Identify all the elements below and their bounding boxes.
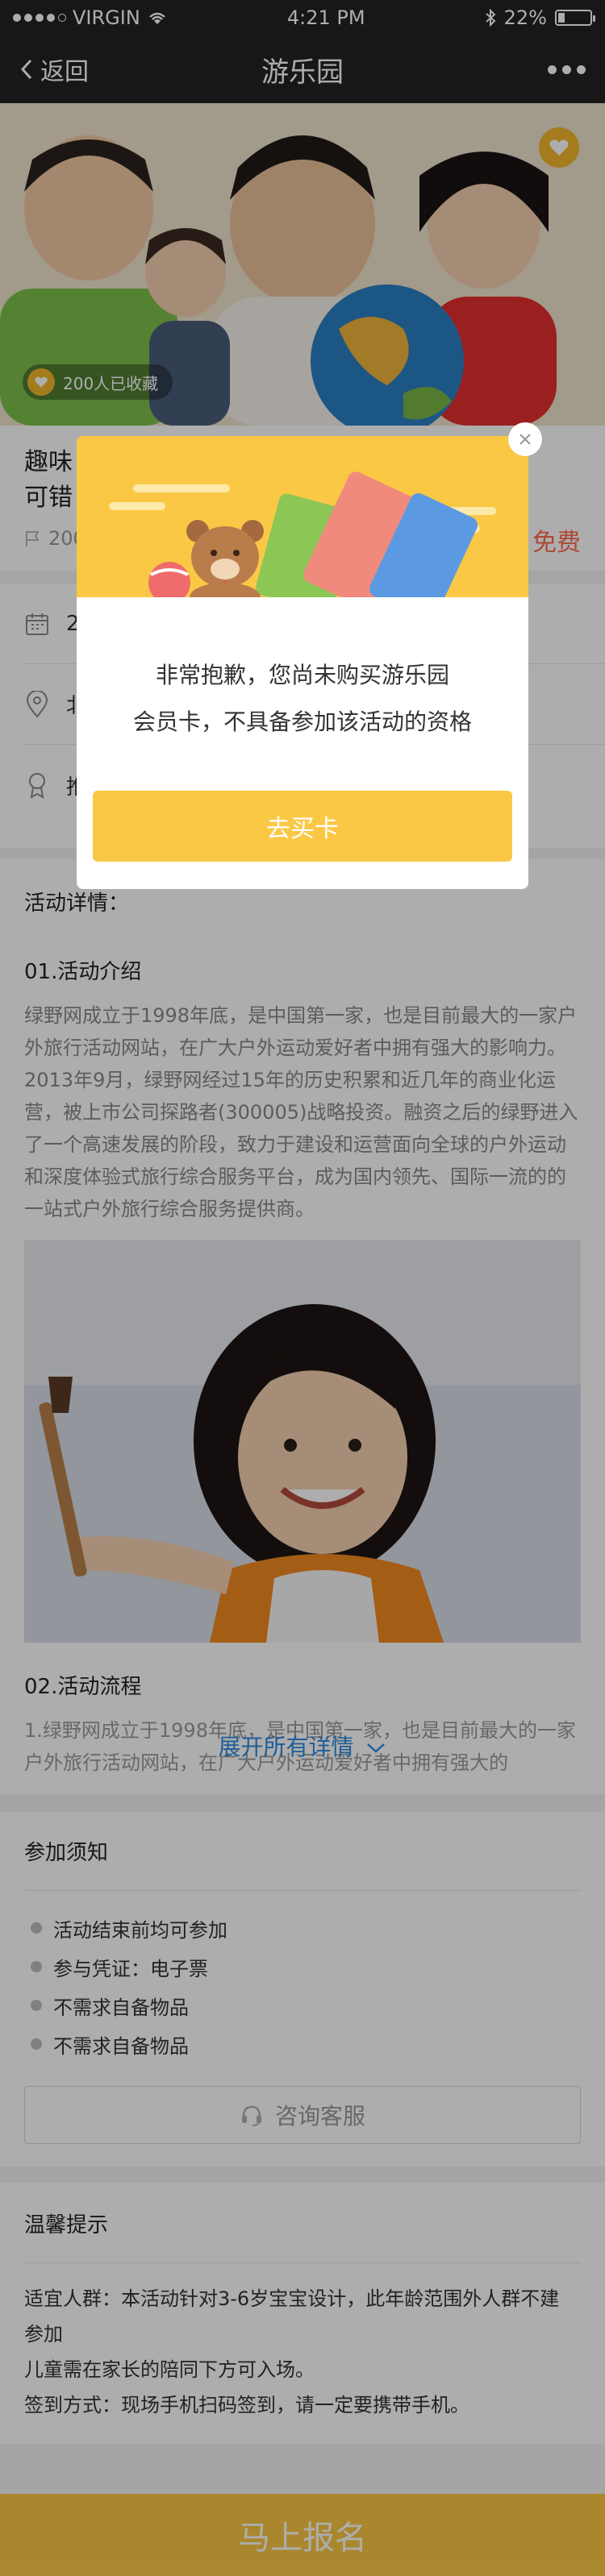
close-dialog-button[interactable] bbox=[508, 422, 542, 456]
dialog-message: 非常抱歉，您尚未购买游乐园 会员卡，不具备参加该活动的资格 bbox=[77, 652, 528, 746]
no-card-dialog: 非常抱歉，您尚未购买游乐园 会员卡，不具备参加该活动的资格 去买卡 bbox=[77, 436, 528, 889]
dialog-banner bbox=[77, 436, 528, 621]
modal-overlay[interactable] bbox=[0, 0, 605, 2576]
page: VIRGIN 4:21 PM 22% 返回 游乐园 200人已收藏 趣味 可错 … bbox=[0, 0, 605, 2576]
buy-card-button[interactable]: 去买卡 bbox=[93, 791, 512, 862]
dialog-message-line2: 会员卡，不具备参加该活动的资格 bbox=[132, 708, 472, 735]
dialog-message-line1: 非常抱歉，您尚未购买游乐园 bbox=[155, 662, 449, 688]
buy-card-label: 去买卡 bbox=[266, 815, 339, 843]
bear-cards-illustration bbox=[77, 436, 528, 621]
close-icon bbox=[519, 434, 531, 445]
